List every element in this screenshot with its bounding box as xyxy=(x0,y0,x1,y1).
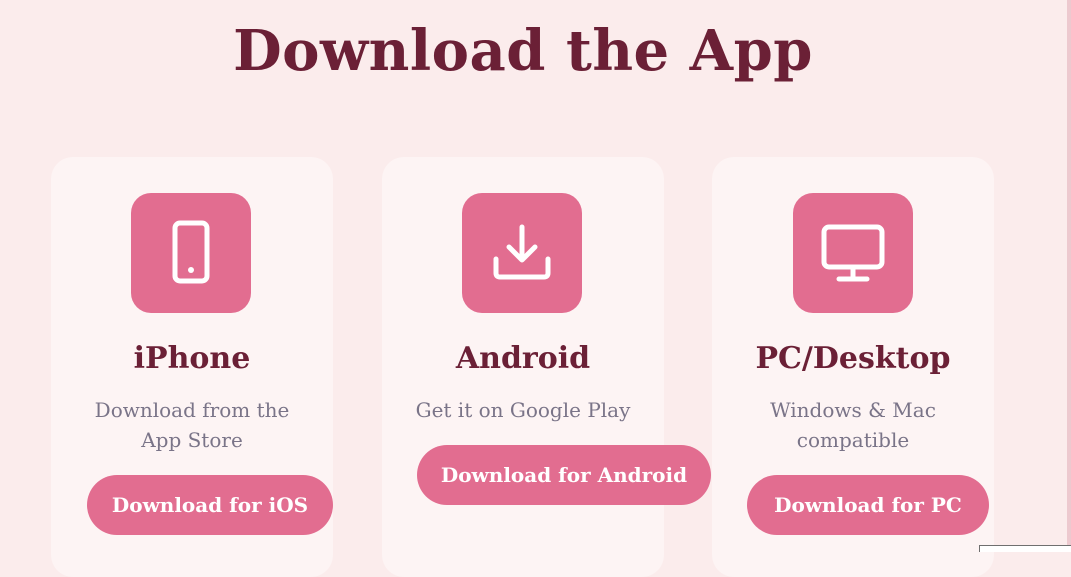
download-pc-button[interactable]: Download for PC xyxy=(747,475,989,535)
download-android-button[interactable]: Download for Android xyxy=(417,445,711,505)
monitor-icon xyxy=(793,193,913,313)
card-description-pc: Windows & Mac compatible xyxy=(770,398,936,452)
download-ios-button[interactable]: Download for iOS xyxy=(87,475,333,535)
card-android: Android Get it on Google Play Download f… xyxy=(382,157,711,577)
card-description-android: Get it on Google Play xyxy=(415,398,631,422)
card-title-android: Android xyxy=(455,341,591,376)
card-pc: PC/Desktop Windows & Mac compatible Down… xyxy=(712,157,994,577)
card-iphone: iPhone Download from the App Store Downl… xyxy=(51,157,333,577)
card-title-iphone: iPhone xyxy=(133,341,251,376)
card-description-iphone: Download from the App Store xyxy=(94,398,290,452)
smartphone-icon xyxy=(131,193,251,313)
corner-widget xyxy=(979,545,1071,552)
page-title: Download the App xyxy=(233,18,813,84)
download-icon xyxy=(462,193,582,313)
page-edge xyxy=(1067,0,1071,552)
card-title-pc: PC/Desktop xyxy=(755,341,951,376)
